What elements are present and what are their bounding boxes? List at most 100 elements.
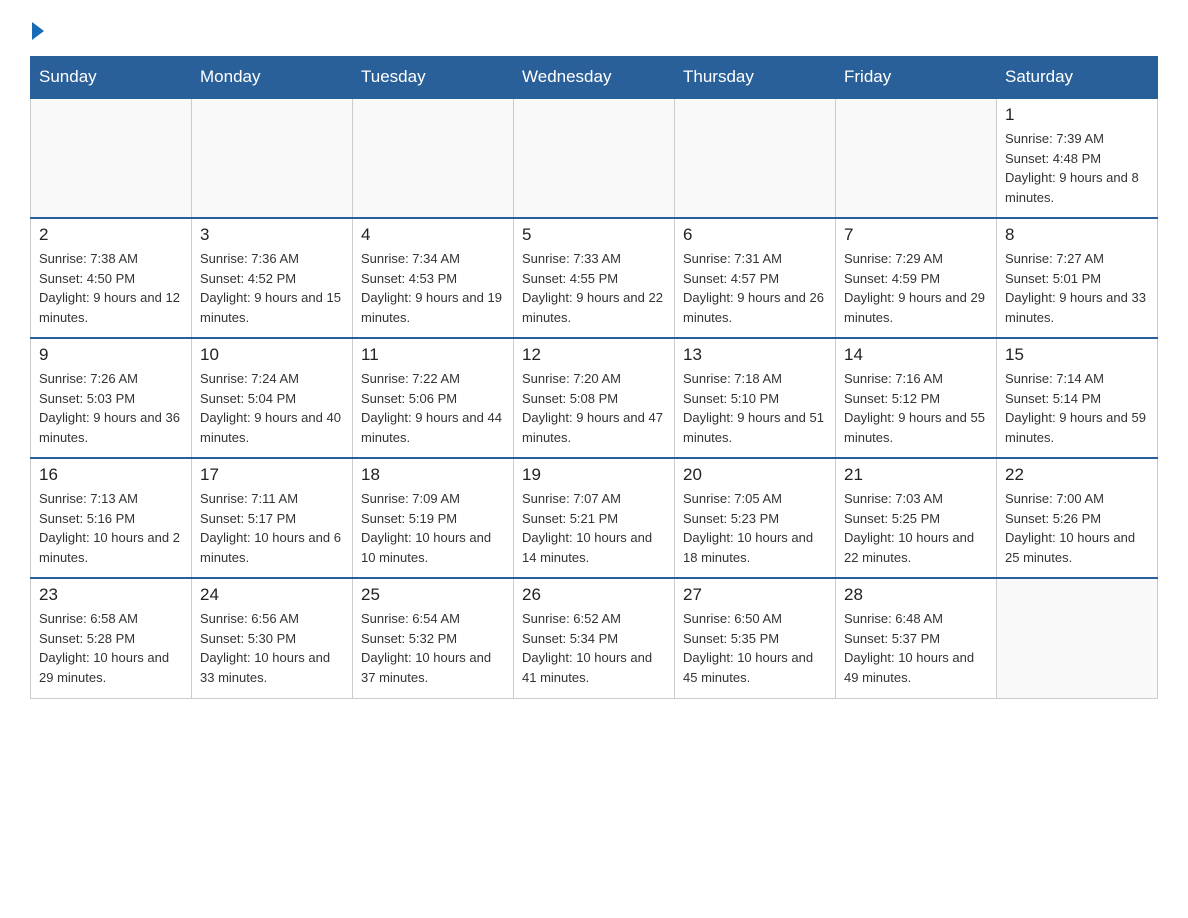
calendar-day-cell: 19 Sunrise: 7:07 AMSunset: 5:21 PMDayligh…	[514, 458, 675, 578]
calendar-day-cell: 9Sunrise: 7:26 AMSunset: 5:03 PMDaylight…	[31, 338, 192, 458]
day-number: 5	[522, 225, 666, 245]
day-info: Sunrise: 6:54 AMSunset: 5:32 PMDaylight:…	[361, 609, 505, 687]
day-number: 13	[683, 345, 827, 365]
day-info: Sunrise: 6:50 AMSunset: 5:35 PMDaylight:…	[683, 609, 827, 687]
calendar-day-cell: 13 Sunrise: 7:18 AMSunset: 5:10 PMDayligh…	[675, 338, 836, 458]
day-of-week-header: Saturday	[997, 57, 1158, 99]
calendar-day-cell: 18 Sunrise: 7:09 AMSunset: 5:19 PMDayligh…	[353, 458, 514, 578]
calendar-day-cell: 24Sunrise: 6:56 AMSunset: 5:30 PMDayligh…	[192, 578, 353, 698]
calendar-day-cell: 26 Sunrise: 6:52 AMSunset: 5:34 PMDayligh…	[514, 578, 675, 698]
day-info: Sunrise: 7:29 AMSunset: 4:59 PMDaylight:…	[844, 249, 988, 327]
day-info: Sunrise: 7:38 AMSunset: 4:50 PMDaylight:…	[39, 249, 183, 327]
day-info: Sunrise: 7:11 AMSunset: 5:17 PMDaylight:…	[200, 489, 344, 567]
calendar-day-cell: 16 Sunrise: 7:13 AMSunset: 5:16 PMDayligh…	[31, 458, 192, 578]
calendar-day-cell: 17 Sunrise: 7:11 AMSunset: 5:17 PMDayligh…	[192, 458, 353, 578]
calendar-day-cell: 5Sunrise: 7:33 AMSunset: 4:55 PMDaylight…	[514, 218, 675, 338]
calendar-day-cell: 12 Sunrise: 7:20 AMSunset: 5:08 PMDayligh…	[514, 338, 675, 458]
calendar-day-cell: 10 Sunrise: 7:24 AMSunset: 5:04 PMDayligh…	[192, 338, 353, 458]
day-number: 3	[200, 225, 344, 245]
day-info: Sunrise: 7:00 AMSunset: 5:26 PMDaylight:…	[1005, 489, 1149, 567]
day-number: 20	[683, 465, 827, 485]
calendar-week-row: 16 Sunrise: 7:13 AMSunset: 5:16 PMDayligh…	[31, 458, 1158, 578]
calendar-day-cell: 22 Sunrise: 7:00 AMSunset: 5:26 PMDayligh…	[997, 458, 1158, 578]
calendar-day-cell: 1 Sunrise: 7:39 AMSunset: 4:48 PMDaylight…	[997, 98, 1158, 218]
day-info: Sunrise: 7:31 AMSunset: 4:57 PMDaylight:…	[683, 249, 827, 327]
calendar-day-cell: 23 Sunrise: 6:58 AMSunset: 5:28 PMDayligh…	[31, 578, 192, 698]
day-number: 22	[1005, 465, 1149, 485]
day-number: 24	[200, 585, 344, 605]
calendar-week-row: 2 Sunrise: 7:38 AMSunset: 4:50 PMDaylight…	[31, 218, 1158, 338]
day-info: Sunrise: 7:16 AMSunset: 5:12 PMDaylight:…	[844, 369, 988, 447]
page-header	[30, 20, 1158, 40]
day-info: Sunrise: 6:52 AMSunset: 5:34 PMDaylight:…	[522, 609, 666, 687]
day-number: 6	[683, 225, 827, 245]
calendar-day-cell: 27 Sunrise: 6:50 AMSunset: 5:35 PMDayligh…	[675, 578, 836, 698]
day-info: Sunrise: 7:13 AMSunset: 5:16 PMDaylight:…	[39, 489, 183, 567]
logo-arrow-icon	[32, 22, 44, 40]
calendar-day-cell	[514, 98, 675, 218]
day-of-week-header: Thursday	[675, 57, 836, 99]
logo	[30, 20, 44, 40]
day-info: Sunrise: 6:58 AMSunset: 5:28 PMDaylight:…	[39, 609, 183, 687]
day-of-week-header: Wednesday	[514, 57, 675, 99]
day-info: Sunrise: 7:03 AMSunset: 5:25 PMDaylight:…	[844, 489, 988, 567]
calendar-day-cell	[192, 98, 353, 218]
day-number: 26	[522, 585, 666, 605]
day-number: 14	[844, 345, 988, 365]
day-number: 15	[1005, 345, 1149, 365]
day-number: 19	[522, 465, 666, 485]
day-of-week-header: Tuesday	[353, 57, 514, 99]
day-of-week-header: Sunday	[31, 57, 192, 99]
calendar-table: SundayMondayTuesdayWednesdayThursdayFrid…	[30, 56, 1158, 699]
calendar-day-cell	[836, 98, 997, 218]
day-info: Sunrise: 7:22 AMSunset: 5:06 PMDaylight:…	[361, 369, 505, 447]
calendar-week-row: 23 Sunrise: 6:58 AMSunset: 5:28 PMDayligh…	[31, 578, 1158, 698]
calendar-day-cell	[997, 578, 1158, 698]
day-number: 23	[39, 585, 183, 605]
day-of-week-header: Monday	[192, 57, 353, 99]
day-info: Sunrise: 7:26 AMSunset: 5:03 PMDaylight:…	[39, 369, 183, 447]
calendar-day-cell: 11Sunrise: 7:22 AMSunset: 5:06 PMDayligh…	[353, 338, 514, 458]
day-info: Sunrise: 7:07 AMSunset: 5:21 PMDaylight:…	[522, 489, 666, 567]
calendar-day-cell: 14 Sunrise: 7:16 AMSunset: 5:12 PMDayligh…	[836, 338, 997, 458]
day-number: 10	[200, 345, 344, 365]
day-info: Sunrise: 6:48 AMSunset: 5:37 PMDaylight:…	[844, 609, 988, 687]
day-number: 4	[361, 225, 505, 245]
day-number: 2	[39, 225, 183, 245]
calendar-day-cell: 21 Sunrise: 7:03 AMSunset: 5:25 PMDayligh…	[836, 458, 997, 578]
day-of-week-header: Friday	[836, 57, 997, 99]
logo-line1	[30, 20, 44, 40]
day-number: 17	[200, 465, 344, 485]
calendar-day-cell	[353, 98, 514, 218]
day-info: Sunrise: 7:09 AMSunset: 5:19 PMDaylight:…	[361, 489, 505, 567]
day-info: Sunrise: 7:39 AMSunset: 4:48 PMDaylight:…	[1005, 129, 1149, 207]
day-info: Sunrise: 7:05 AMSunset: 5:23 PMDaylight:…	[683, 489, 827, 567]
calendar-day-cell	[31, 98, 192, 218]
day-header-row: SundayMondayTuesdayWednesdayThursdayFrid…	[31, 57, 1158, 99]
day-info: Sunrise: 7:27 AMSunset: 5:01 PMDaylight:…	[1005, 249, 1149, 327]
calendar-week-row: 1 Sunrise: 7:39 AMSunset: 4:48 PMDaylight…	[31, 98, 1158, 218]
day-number: 16	[39, 465, 183, 485]
day-info: Sunrise: 7:18 AMSunset: 5:10 PMDaylight:…	[683, 369, 827, 447]
calendar-day-cell: 25 Sunrise: 6:54 AMSunset: 5:32 PMDayligh…	[353, 578, 514, 698]
calendar-day-cell: 6 Sunrise: 7:31 AMSunset: 4:57 PMDaylight…	[675, 218, 836, 338]
calendar-day-cell: 4 Sunrise: 7:34 AMSunset: 4:53 PMDaylight…	[353, 218, 514, 338]
calendar-day-cell: 15 Sunrise: 7:14 AMSunset: 5:14 PMDayligh…	[997, 338, 1158, 458]
day-info: Sunrise: 7:20 AMSunset: 5:08 PMDaylight:…	[522, 369, 666, 447]
day-number: 1	[1005, 105, 1149, 125]
calendar-day-cell: 7Sunrise: 7:29 AMSunset: 4:59 PMDaylight…	[836, 218, 997, 338]
day-number: 28	[844, 585, 988, 605]
day-info: Sunrise: 7:24 AMSunset: 5:04 PMDaylight:…	[200, 369, 344, 447]
day-info: Sunrise: 7:36 AMSunset: 4:52 PMDaylight:…	[200, 249, 344, 327]
calendar-day-cell: 20 Sunrise: 7:05 AMSunset: 5:23 PMDayligh…	[675, 458, 836, 578]
calendar-week-row: 9Sunrise: 7:26 AMSunset: 5:03 PMDaylight…	[31, 338, 1158, 458]
day-info: Sunrise: 7:14 AMSunset: 5:14 PMDaylight:…	[1005, 369, 1149, 447]
day-info: Sunrise: 7:34 AMSunset: 4:53 PMDaylight:…	[361, 249, 505, 327]
day-number: 25	[361, 585, 505, 605]
day-number: 21	[844, 465, 988, 485]
day-number: 8	[1005, 225, 1149, 245]
day-number: 27	[683, 585, 827, 605]
calendar-day-cell: 28 Sunrise: 6:48 AMSunset: 5:37 PMDayligh…	[836, 578, 997, 698]
day-number: 12	[522, 345, 666, 365]
day-number: 18	[361, 465, 505, 485]
